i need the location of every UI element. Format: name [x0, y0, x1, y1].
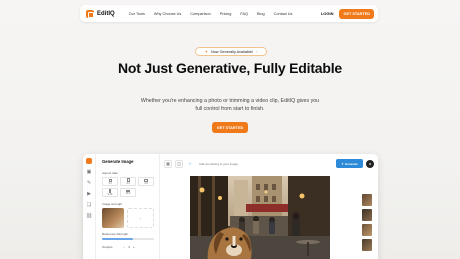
link-tool-icon[interactable]: ⛓: [86, 214, 92, 219]
add-image-slot[interactable]: +: [127, 208, 154, 228]
reference-strength-label: Reference Strength: [102, 232, 129, 236]
nav-link-our-tools[interactable]: Our Tools: [129, 12, 145, 16]
nav-link-why-choose-us[interactable]: Why Choose Us: [154, 12, 181, 16]
hero-subtitle: Whether you're enhancing a photo or trim…: [140, 98, 320, 112]
workspace: ▦ ◫ ✧ ✦ Generate M: [161, 154, 378, 259]
ratio-label: 4:3: [144, 181, 148, 185]
minus-icon[interactable]: −: [124, 245, 126, 249]
ratio-option-4-3[interactable]: 4:3: [138, 177, 154, 186]
availability-badge[interactable]: ✦ Now Generally Available! ›: [195, 47, 267, 56]
login-link[interactable]: LOGIN: [321, 11, 334, 16]
plus-icon[interactable]: +: [133, 245, 135, 249]
outputs-label: Outputs: [102, 244, 113, 249]
logo-icon: [86, 9, 94, 18]
ratio-label: 1:1: [108, 181, 112, 185]
ratio-option-16-9[interactable]: 16:9: [120, 188, 136, 197]
reference-strength-row: Reference Strength: [102, 232, 154, 236]
plus-icon: +: [139, 215, 142, 221]
outputs-value: 4: [128, 244, 130, 249]
layers-tool-icon[interactable]: ❏: [87, 203, 91, 208]
nav-link-blog[interactable]: Blog: [257, 12, 265, 16]
ratio-option-9-16[interactable]: 9:16: [102, 188, 118, 197]
reference-strength-slider[interactable]: [102, 238, 154, 240]
nav-link-comparison[interactable]: Comparison: [190, 12, 210, 16]
aspect-ratio-label: Aspect ratio: [102, 171, 118, 175]
video-tool-icon[interactable]: ▶: [87, 192, 91, 197]
ratio-option-3-4[interactable]: 3:4: [120, 177, 136, 186]
nav-links: Our Tools Why Choose Us Comparison Prici…: [129, 12, 321, 16]
nav-link-pricing[interactable]: Pricing: [220, 12, 232, 16]
compare-icon[interactable]: ◫: [175, 159, 183, 168]
magic-wand-icon[interactable]: ✧: [186, 160, 194, 168]
hero-title: Not Just Generative, Fully Editable: [117, 60, 343, 76]
generate-button[interactable]: ✦ Generate: [336, 159, 363, 168]
panel-header: Generate Image: [102, 159, 154, 164]
app-logo-icon: [86, 158, 92, 164]
nav-link-contact-us[interactable]: Contact Us: [274, 12, 293, 16]
app-preview: ▣ ✎ ▶ ❏ ⛓ Generate Image Aspect ratio 1:…: [83, 154, 378, 259]
hero-get-started-button[interactable]: GET STARTED: [212, 122, 248, 133]
outputs-stepper: Outputs − 4 +: [102, 245, 154, 249]
generate-label: Generate: [344, 161, 358, 166]
result-thumbnails: [362, 194, 372, 251]
reference-image-thumbnail[interactable]: [102, 208, 124, 228]
image-tool-icon[interactable]: ▣: [87, 170, 92, 175]
nav-link-faq[interactable]: FAQ: [240, 12, 248, 16]
image-strength-label: Image strength: [102, 202, 123, 206]
panel-title: Generate Image: [102, 159, 134, 164]
brand-logo[interactable]: EditIQ: [86, 9, 115, 18]
user-avatar[interactable]: M: [366, 159, 374, 168]
result-thumbnail[interactable]: [362, 194, 372, 206]
generate-panel: Generate Image Aspect ratio 1:1 3:4 4:3 …: [97, 154, 160, 259]
ratio-label: 3:4: [126, 182, 130, 185]
ratio-label: 16:9: [125, 192, 131, 196]
result-thumbnail[interactable]: [362, 209, 372, 221]
result-thumbnail[interactable]: [362, 224, 372, 236]
cafe-dog-image: [190, 176, 330, 259]
badge-text: Now Generally Available!: [210, 49, 254, 54]
image-strength-row: Image strength: [102, 202, 154, 206]
workspace-toolbar: ▦ ◫ ✧ ✦ Generate M: [164, 158, 374, 169]
result-thumbnail[interactable]: [362, 239, 372, 251]
brand-name: EditIQ: [97, 10, 115, 17]
nav-get-started-button[interactable]: GET STARTED: [339, 8, 374, 19]
sparkle-icon: ✦: [204, 49, 208, 54]
sparkle-icon: ✦: [341, 161, 344, 166]
top-nav: EditIQ Our Tools Why Choose Us Compariso…: [80, 5, 378, 22]
ratio-option-1-1[interactable]: 1:1: [102, 177, 118, 186]
arrow-right-icon: ›: [256, 49, 258, 54]
ratio-label: 9:16: [107, 193, 113, 196]
grid-view-icon[interactable]: ▦: [164, 159, 172, 168]
aspect-ratio-label-row: Aspect ratio: [102, 171, 154, 175]
side-rail: ▣ ✎ ▶ ❏ ⛓: [83, 154, 96, 259]
prompt-input[interactable]: [197, 159, 333, 168]
edit-tool-icon[interactable]: ✎: [87, 181, 91, 186]
generated-image-canvas[interactable]: [190, 176, 330, 259]
aspect-ratio-grid: 1:1 3:4 4:3 9:16 16:9: [102, 177, 154, 197]
slider-fill: [102, 238, 134, 240]
reference-image-area[interactable]: +: [102, 208, 154, 228]
